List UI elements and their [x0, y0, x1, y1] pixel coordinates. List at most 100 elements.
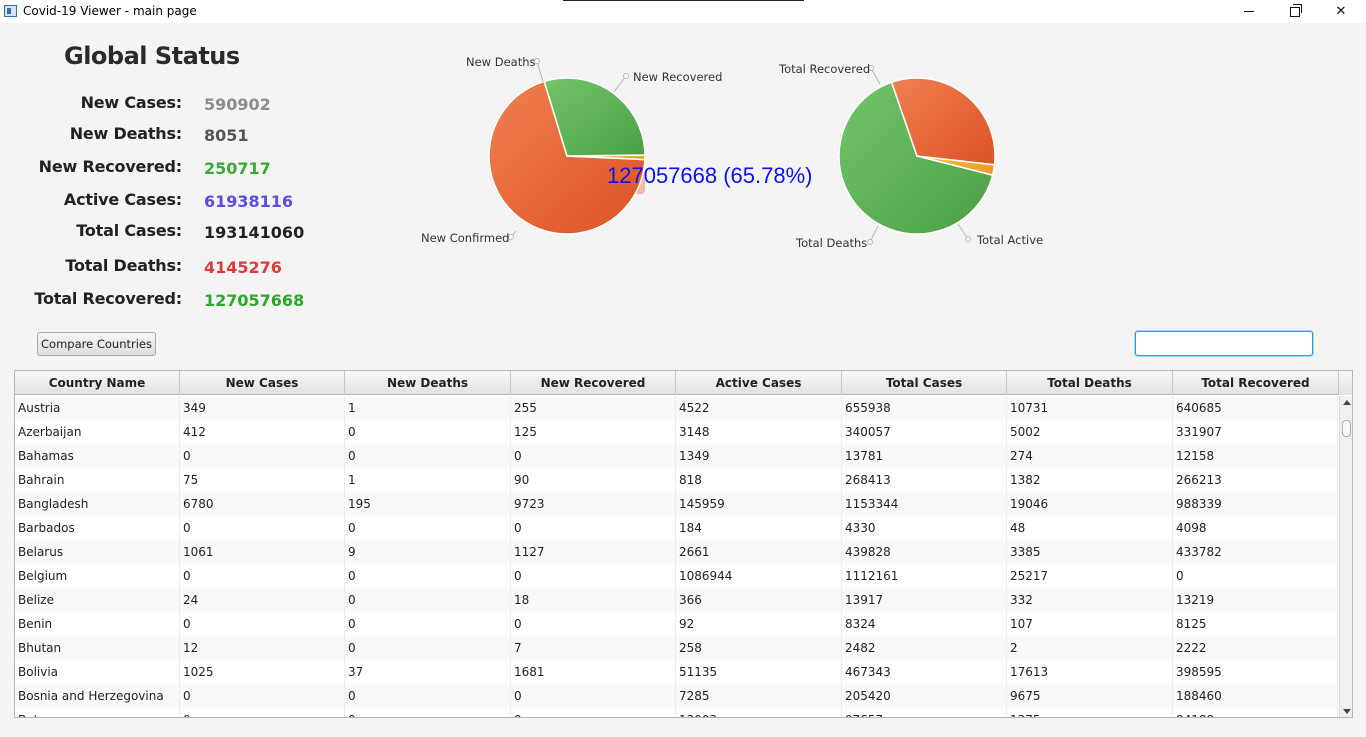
column-header[interactable]: Total Cases [842, 371, 1007, 395]
table-cell: 1153344 [842, 492, 1007, 516]
table-cell: 75 [180, 468, 345, 492]
global-status-title: Global Status [64, 42, 240, 70]
stat-label: New Deaths: [69, 124, 182, 143]
pie-label: New Recovered [633, 70, 722, 84]
table-cell: 24 [180, 588, 345, 612]
table-cell: 0 [345, 420, 511, 444]
pie-label: Total Deaths [795, 236, 867, 250]
column-header[interactable]: Total Deaths [1007, 371, 1173, 395]
table-row[interactable]: Bolivia 1025 37 1681 51135 467343 17613 398595 [15, 660, 1338, 684]
table-row[interactable]: Bahrain 75 1 90 818 268413 1382 266213 [15, 468, 1338, 492]
chart-tooltip: 127057668 (65.78%) [601, 157, 833, 194]
pie-slice-new-new-recovered[interactable] [543, 77, 646, 157]
table-body[interactable]: Austria 349 1 255 4522 655938 10731 640685 Azerb… [15, 396, 1338, 717]
table-cell: 18 [511, 588, 676, 612]
column-header[interactable]: Total Recovered [1173, 371, 1339, 395]
table-cell: 0 [345, 588, 511, 612]
scroll-down-icon[interactable] [1343, 709, 1351, 714]
column-header[interactable]: Country Name [15, 371, 180, 395]
table-cell: 13003 [676, 708, 842, 717]
table-cell: 0 [1173, 564, 1338, 588]
table-row[interactable]: Benin 0 0 0 92 8324 107 8125 [15, 612, 1338, 636]
table-row[interactable]: Botswana0001300397657137584188 [15, 708, 1338, 717]
table-row[interactable]: Barbados 0 0 0 184 4330 48 4098 [15, 516, 1338, 540]
table-cell: 340057 [842, 420, 1007, 444]
table-cell: 331907 [1173, 420, 1338, 444]
table-cell: 268413 [842, 468, 1007, 492]
table-cell: 10731 [1007, 396, 1173, 420]
table-cell: 0 [180, 564, 345, 588]
table-vertical-scrollbar[interactable] [1339, 396, 1352, 717]
table-row[interactable]: Bahamas 0 0 0 1349 13781 274 12158 [15, 444, 1338, 468]
table-cell: 90 [511, 468, 676, 492]
table-cell: 145959 [676, 492, 842, 516]
table-cell: 655938 [842, 396, 1007, 420]
column-header[interactable]: Active Cases [676, 371, 842, 395]
table-cell: 0 [345, 564, 511, 588]
table-cell: 0 [345, 684, 511, 708]
table-cell: Bahrain [15, 468, 180, 492]
minimize-button[interactable] [1226, 1, 1272, 22]
pie-label-dot [965, 236, 971, 242]
pie-label-line [957, 223, 969, 240]
scroll-up-icon[interactable] [1343, 400, 1351, 405]
pie-label: Total Active [976, 233, 1043, 247]
table-row[interactable]: Belgium 0 0 0 1086944 1112161 25217 0 [15, 564, 1338, 588]
column-header[interactable]: New Deaths [345, 371, 511, 395]
compare-countries-button[interactable]: Compare Countries [37, 332, 156, 356]
scroll-thumb[interactable] [1342, 420, 1351, 437]
table-cell: Bahamas [15, 444, 180, 468]
table-cell: 1 [345, 468, 511, 492]
table-cell: 48 [1007, 516, 1173, 540]
table-row[interactable]: Austria 349 1 255 4522 655938 10731 640685 [15, 396, 1338, 420]
table-row[interactable]: Bosnia and Herzegovina 0 0 0 7285 205420 9675 1… [15, 684, 1338, 708]
table-cell: 1061 [180, 540, 345, 564]
table-cell: 467343 [842, 660, 1007, 684]
table-row[interactable]: Bangladesh 6780 195 9723 145959 1153344 19046 9… [15, 492, 1338, 516]
app-icon [4, 5, 17, 17]
stat-label: New Recovered: [38, 157, 183, 176]
pie-label-line [869, 225, 879, 243]
table-cell: 398595 [1173, 660, 1338, 684]
table-cell: 25217 [1007, 564, 1173, 588]
table-cell: 0 [345, 444, 511, 468]
table-row[interactable]: Belize 24 0 18 366 13917 332 13219 [15, 588, 1338, 612]
table-cell: 205420 [842, 684, 1007, 708]
pie-slice-total-total-deaths[interactable] [916, 155, 996, 177]
maximize-button[interactable] [1272, 1, 1318, 22]
pie-label-dot [508, 234, 514, 240]
table-row[interactable]: Azerbaijan 412 0 125 3148 340057 5002 331907 [15, 420, 1338, 444]
pie-slice-total-total-active[interactable] [890, 77, 996, 166]
table-cell: 51135 [676, 660, 842, 684]
pie-label-dot [868, 65, 874, 71]
table-cell: 266213 [1173, 468, 1338, 492]
table-cell: 349 [180, 396, 345, 420]
table-row[interactable]: Bhutan 12 0 7 258 2482 2 2222 [15, 636, 1338, 660]
countries-table[interactable]: Country Name New Cases New Deaths New Recov… [14, 370, 1353, 718]
table-cell: 2482 [842, 636, 1007, 660]
table-cell: 12 [180, 636, 345, 660]
window-titlebar: Covid-19 Viewer - main page ✕ [0, 0, 1366, 23]
table-cell: 184 [676, 516, 842, 540]
pie-slice-total-total-recovered[interactable] [838, 81, 994, 235]
close-button[interactable]: ✕ [1318, 1, 1364, 22]
table-cell: 0 [345, 612, 511, 636]
pie-label-line [613, 75, 627, 93]
stat-value: 8051 [204, 126, 249, 145]
table-cell: 0 [511, 564, 676, 588]
table-cell: 1349 [676, 444, 842, 468]
table-cell: 5002 [1007, 420, 1173, 444]
table-cell: 8125 [1173, 612, 1338, 636]
table-cell: 2 [1007, 636, 1173, 660]
table-cell: 1375 [1007, 708, 1173, 717]
table-cell: 1 [345, 396, 511, 420]
table-cell: Bangladesh [15, 492, 180, 516]
column-header[interactable]: New Recovered [511, 371, 676, 395]
table-cell: 4330 [842, 516, 1007, 540]
search-input[interactable] [1135, 331, 1313, 356]
table-cell: Bosnia and Herzegovina [15, 684, 180, 708]
column-header[interactable]: New Cases [180, 371, 345, 395]
table-cell: Belarus [15, 540, 180, 564]
window-title: Covid-19 Viewer - main page [23, 4, 197, 18]
table-row[interactable]: Belarus 1061 9 1127 2661 439828 3385 433782 [15, 540, 1338, 564]
